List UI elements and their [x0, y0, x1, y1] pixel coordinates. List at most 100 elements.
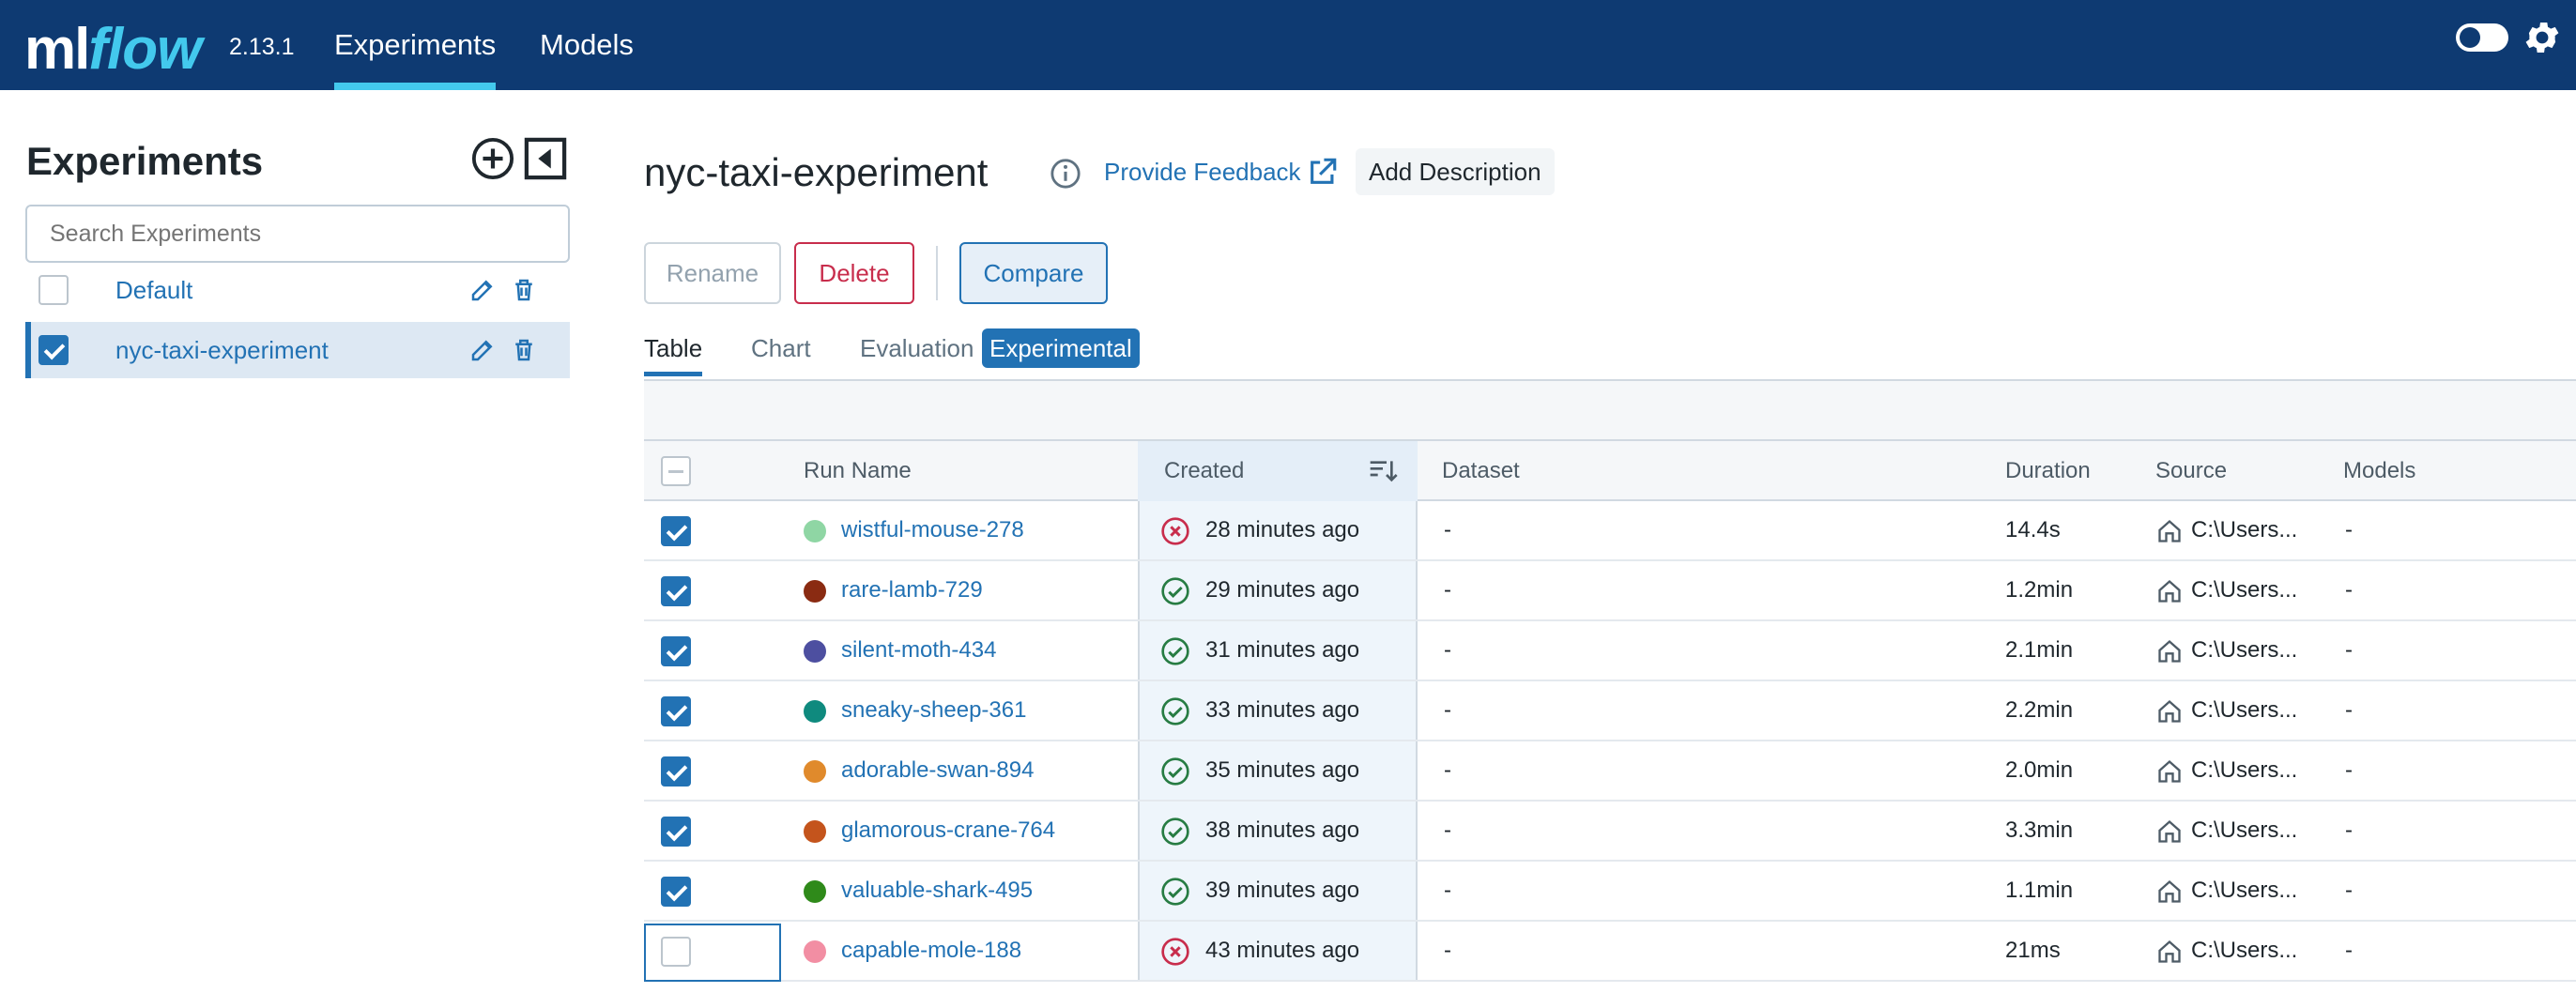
- nav-tab-experiments[interactable]: Experiments: [334, 0, 497, 90]
- models-cell: -: [2345, 817, 2353, 843]
- experiment-checkbox[interactable]: [38, 275, 69, 305]
- home-icon: [2158, 819, 2181, 843]
- column-header-dataset[interactable]: Dataset: [1442, 441, 1520, 501]
- table-row[interactable]: silent-moth-434 31 minutes ago - 2.1min …: [644, 621, 2576, 681]
- source-cell[interactable]: C:\Users...: [2191, 862, 2297, 920]
- dataset-cell: -: [1444, 938, 1451, 963]
- row-checkbox[interactable]: [661, 696, 691, 726]
- delete-button[interactable]: Delete: [794, 242, 914, 304]
- run-name-link[interactable]: rare-lamb-729: [841, 561, 983, 619]
- column-header-run-name[interactable]: Run Name: [804, 441, 912, 501]
- created-time: 39 minutes ago: [1205, 878, 1360, 903]
- row-checkbox[interactable]: [661, 636, 691, 666]
- table-row[interactable]: glamorous-crane-764 38 minutes ago - 3.3…: [644, 802, 2576, 862]
- run-name-link[interactable]: capable-mole-188: [841, 922, 1021, 980]
- run-color-dot[interactable]: [804, 820, 826, 843]
- experiment-item-nyc-taxi[interactable]: nyc-taxi-experiment: [25, 322, 570, 378]
- run-color-dot[interactable]: [804, 940, 826, 963]
- column-header-source[interactable]: Source: [2155, 441, 2227, 501]
- tab-evaluation[interactable]: Evaluation: [860, 334, 974, 363]
- trash-icon[interactable]: [510, 336, 538, 364]
- provide-feedback-link[interactable]: Provide Feedback: [1104, 158, 1301, 187]
- compare-button[interactable]: Compare: [959, 242, 1108, 304]
- models-cell: -: [2345, 517, 2353, 542]
- experiment-item-default[interactable]: Default: [25, 262, 570, 318]
- column-header-models[interactable]: Models: [2343, 441, 2415, 501]
- duration-cell: 3.3min: [2005, 817, 2074, 843]
- edit-icon[interactable]: [468, 276, 497, 304]
- row-checkbox[interactable]: [661, 516, 691, 546]
- external-link-icon[interactable]: [1307, 156, 1339, 188]
- nav-tab-models[interactable]: Models: [540, 0, 634, 90]
- duration-cell: 2.1min: [2005, 637, 2074, 663]
- table-row[interactable]: valuable-shark-495 39 minutes ago - 1.1m…: [644, 862, 2576, 922]
- models-cell: -: [2345, 938, 2353, 963]
- dark-mode-toggle[interactable]: [2456, 23, 2508, 52]
- mlflow-logo[interactable]: ml flow: [24, 4, 202, 79]
- table-row[interactable]: capable-mole-188 43 minutes ago - 21ms C…: [644, 922, 2576, 982]
- run-name-link[interactable]: adorable-swan-894: [841, 741, 1034, 800]
- run-color-dot[interactable]: [804, 520, 826, 542]
- experiment-name[interactable]: nyc-taxi-experiment: [115, 336, 329, 365]
- version-label: 2.13.1: [229, 34, 295, 60]
- home-icon: [2158, 639, 2181, 663]
- run-color-dot[interactable]: [804, 880, 826, 903]
- table-row[interactable]: wistful-mouse-278 28 minutes ago - 14.4s…: [644, 501, 2576, 561]
- success-status-icon: [1161, 697, 1189, 725]
- table-row[interactable]: rare-lamb-729 29 minutes ago - 1.2min C:…: [644, 561, 2576, 621]
- sort-descending-icon[interactable]: [1367, 456, 1399, 486]
- trash-icon[interactable]: [510, 276, 538, 304]
- row-checkbox[interactable]: [661, 877, 691, 907]
- row-checkbox[interactable]: [661, 756, 691, 787]
- run-color-dot[interactable]: [804, 760, 826, 783]
- column-header-duration[interactable]: Duration: [2005, 441, 2091, 501]
- tab-chart[interactable]: Chart: [751, 334, 811, 363]
- created-time: 28 minutes ago: [1205, 517, 1360, 542]
- search-experiments-input[interactable]: [25, 205, 570, 263]
- models-cell: -: [2345, 697, 2353, 723]
- home-icon: [2158, 519, 2181, 542]
- run-name-link[interactable]: silent-moth-434: [841, 621, 996, 680]
- models-cell: -: [2345, 878, 2353, 903]
- run-color-dot[interactable]: [804, 580, 826, 603]
- created-time: 38 minutes ago: [1205, 817, 1360, 843]
- source-cell[interactable]: C:\Users...: [2191, 922, 2297, 980]
- failed-status-icon: [1161, 938, 1189, 966]
- source-cell[interactable]: C:\Users...: [2191, 621, 2297, 680]
- dataset-cell: -: [1444, 697, 1451, 723]
- collapse-sidebar-icon[interactable]: [524, 137, 567, 180]
- source-cell[interactable]: C:\Users...: [2191, 681, 2297, 740]
- experiment-name[interactable]: Default: [115, 276, 192, 305]
- table-row[interactable]: sneaky-sheep-361 33 minutes ago - 2.2min…: [644, 681, 2576, 741]
- run-name-link[interactable]: wistful-mouse-278: [841, 501, 1024, 559]
- duration-cell: 21ms: [2005, 938, 2061, 963]
- run-name-link[interactable]: sneaky-sheep-361: [841, 681, 1026, 740]
- add-description-button[interactable]: Add Description: [1356, 148, 1555, 195]
- experiment-checkbox[interactable]: [38, 335, 69, 365]
- gear-icon[interactable]: [2522, 17, 2563, 58]
- success-status-icon: [1161, 817, 1189, 846]
- duration-cell: 2.0min: [2005, 757, 2074, 783]
- home-icon: [2158, 759, 2181, 783]
- table-row[interactable]: adorable-swan-894 35 minutes ago - 2.0mi…: [644, 741, 2576, 802]
- add-experiment-icon[interactable]: [471, 137, 514, 180]
- row-checkbox[interactable]: [661, 576, 691, 606]
- home-icon: [2158, 879, 2181, 903]
- rename-button[interactable]: Rename: [644, 242, 781, 304]
- row-checkbox[interactable]: [661, 817, 691, 847]
- run-name-link[interactable]: valuable-shark-495: [841, 862, 1033, 920]
- info-icon[interactable]: [1050, 158, 1081, 190]
- source-cell[interactable]: C:\Users...: [2191, 501, 2297, 559]
- select-all-checkbox[interactable]: [661, 456, 691, 486]
- edit-icon[interactable]: [468, 336, 497, 364]
- source-cell[interactable]: C:\Users...: [2191, 561, 2297, 619]
- source-cell[interactable]: C:\Users...: [2191, 741, 2297, 800]
- home-icon: [2158, 939, 2181, 963]
- source-cell[interactable]: C:\Users...: [2191, 802, 2297, 860]
- created-time: 43 minutes ago: [1205, 938, 1360, 963]
- created-time: 31 minutes ago: [1205, 637, 1360, 663]
- run-name-link[interactable]: glamorous-crane-764: [841, 802, 1055, 860]
- run-color-dot[interactable]: [804, 640, 826, 663]
- run-color-dot[interactable]: [804, 700, 826, 723]
- tab-table[interactable]: Table: [644, 334, 703, 376]
